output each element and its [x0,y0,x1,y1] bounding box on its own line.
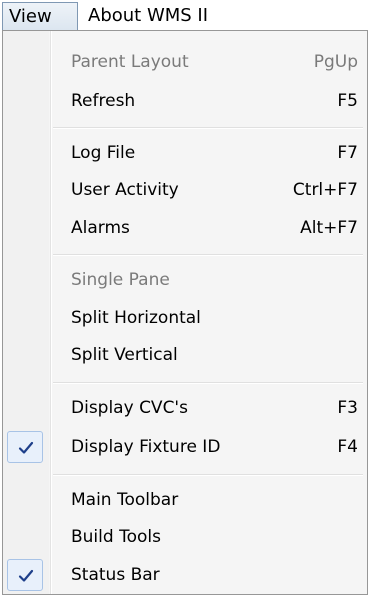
menu-item-shortcut: F5 [337,91,358,111]
menu-item-display-cvcs[interactable]: Display CVC's F3 [6,391,362,425]
menu-item-split-vertical[interactable]: Split Vertical [6,338,362,372]
menu-item-display-fixture-id[interactable]: Display Fixture ID F4 [6,430,362,464]
menu-item-shortcut: Alt+F7 [300,218,358,238]
menu-item-label: Build Tools [71,527,161,547]
menu-item-alarms[interactable]: Alarms Alt+F7 [6,211,362,245]
menu-item-label: Status Bar [71,565,160,585]
menu-item-label: Refresh [71,91,136,111]
menu-item-status-bar[interactable]: Status Bar [6,558,362,592]
menu-item-label: Log File [71,143,136,163]
menu-item-main-toolbar[interactable]: Main Toolbar [6,483,362,517]
menu-about[interactable]: About WMS II [80,2,250,30]
menu-item-label: Split Horizontal [71,308,201,328]
menu-view[interactable]: View [2,2,78,30]
menu-separator [53,254,363,256]
menu-item-shortcut: F3 [337,398,358,418]
menu-item-refresh[interactable]: Refresh F5 [6,84,362,118]
menu-item-label: Main Toolbar [71,490,179,510]
menu-item-label: Display CVC's [71,398,188,418]
menu-item-split-horizontal[interactable]: Split Horizontal [6,301,362,335]
view-menu-dropdown: Parent Layout PgUp Refresh F5 Log File F… [2,30,368,595]
menu-item-label: Single Pane [71,270,170,290]
checkmark-icon [18,441,34,454]
menu-item-label: Parent Layout [71,52,189,72]
checkmark-icon [18,569,34,582]
menu-item-parent-layout: Parent Layout PgUp [6,45,362,79]
menu-item-label: Alarms [71,218,130,238]
menu-item-shortcut: Ctrl+F7 [292,180,358,200]
menu-bar: View About WMS II [0,0,378,31]
menu-item-label: Display Fixture ID [71,437,221,457]
menu-separator [53,474,363,476]
menu-item-label: User Activity [71,180,179,200]
menu-item-shortcut: PgUp [313,52,358,72]
menu-separator [53,382,363,384]
menu-item-label: Split Vertical [71,345,178,365]
menu-item-log-file[interactable]: Log File F7 [6,136,362,170]
menu-item-user-activity[interactable]: User Activity Ctrl+F7 [6,173,362,207]
menu-item-shortcut: F7 [337,143,358,163]
menu-item-single-pane: Single Pane [6,263,362,297]
menu-item-build-tools[interactable]: Build Tools [6,520,362,554]
menu-item-check-box [7,559,43,591]
menu-item-shortcut: F4 [337,437,358,457]
menu-item-check-box [7,431,43,463]
menu-separator [53,127,363,129]
